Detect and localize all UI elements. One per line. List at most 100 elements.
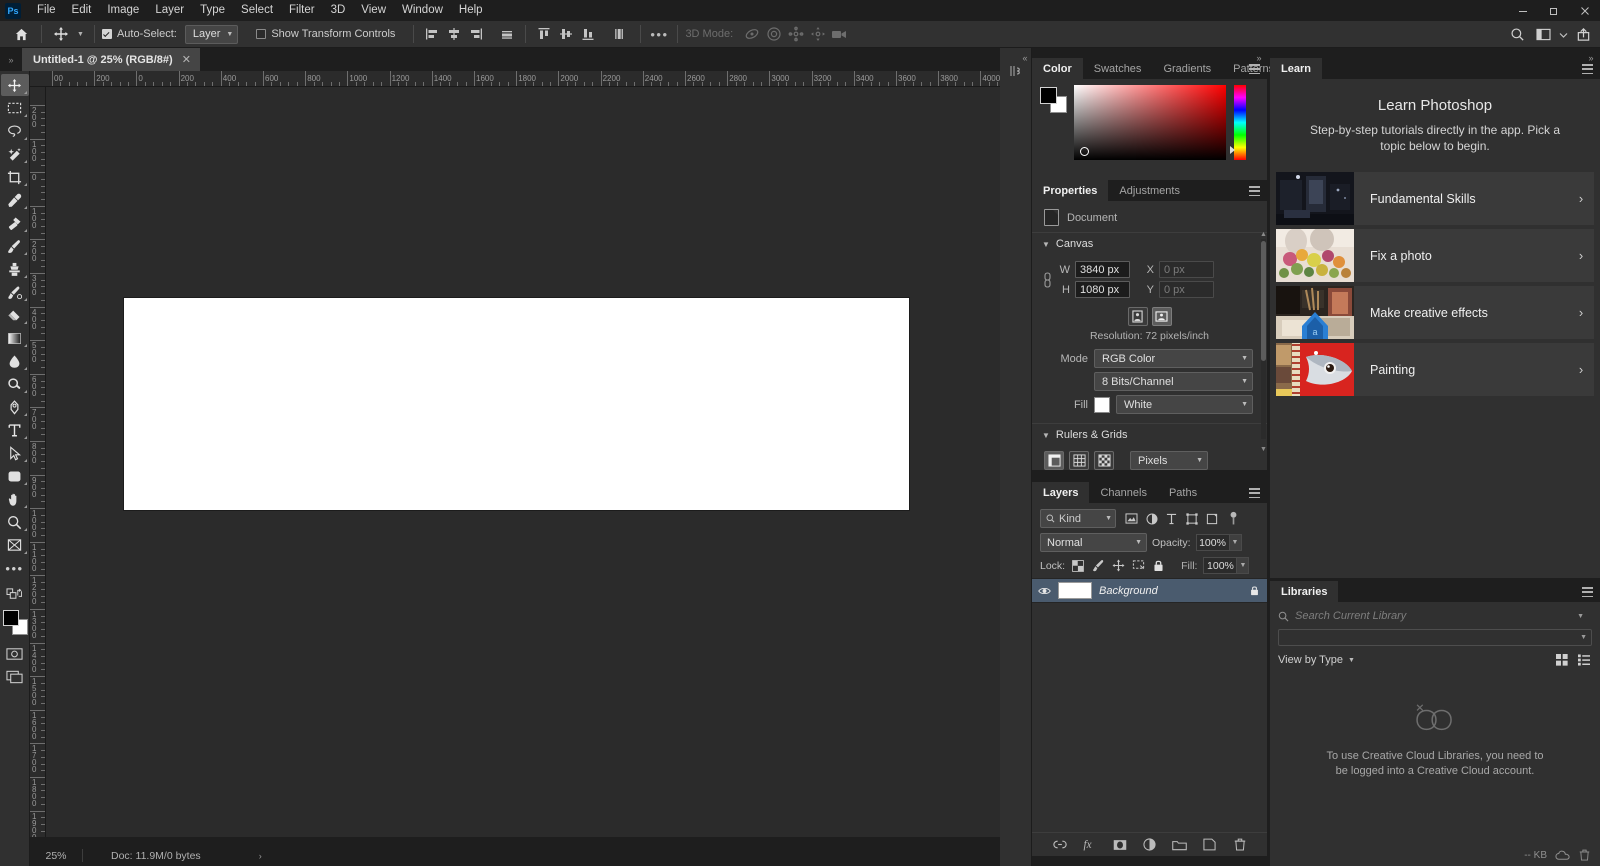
menu-item-file[interactable]: File: [29, 0, 64, 21]
layers-panel-menu-icon[interactable]: [1249, 487, 1263, 499]
more-options-button[interactable]: •••: [648, 23, 670, 45]
type-tool[interactable]: [1, 419, 29, 441]
align-right-icon[interactable]: [465, 23, 487, 45]
color-panel-menu-icon[interactable]: [1249, 63, 1263, 75]
tab-channels[interactable]: Channels: [1089, 482, 1158, 503]
magic-wand-tool[interactable]: [1, 143, 29, 165]
x-input[interactable]: 0 px: [1159, 261, 1214, 278]
artboard-untitled-1[interactable]: [124, 298, 909, 510]
vertical-ruler[interactable]: 2 0 01 0 001 0 02 0 03 0 04 0 05 0 06 0 …: [30, 87, 46, 837]
maximize-button[interactable]: [1538, 0, 1569, 21]
screen-mode-icon[interactable]: [1, 666, 29, 688]
canvas-viewport[interactable]: [46, 87, 1000, 837]
menu-item-image[interactable]: Image: [99, 0, 147, 21]
tab-properties[interactable]: Properties: [1032, 180, 1109, 201]
learn-panel-menu-icon[interactable]: [1582, 63, 1596, 75]
layer-style-icon[interactable]: fx: [1082, 837, 1098, 853]
zoom-tool[interactable]: [1, 511, 29, 533]
type-filter-icon[interactable]: [1162, 509, 1181, 528]
layer-mask-icon[interactable]: [1112, 837, 1128, 853]
rectangle-tool[interactable]: [1, 465, 29, 487]
pixel-filter-icon[interactable]: [1122, 509, 1141, 528]
search-icon[interactable]: [1504, 22, 1530, 48]
chevron-down-icon[interactable]: [1556, 22, 1570, 48]
dock-expand-icon[interactable]: »: [1252, 52, 1266, 64]
hand-tool[interactable]: [1, 488, 29, 510]
scroll-up-arrow[interactable]: ▲: [1260, 231, 1267, 239]
scrollbar-thumb[interactable]: [1261, 241, 1266, 361]
eye-icon[interactable]: [1038, 584, 1051, 597]
lock-image-icon[interactable]: [1091, 558, 1105, 573]
adjustment-filter-icon[interactable]: [1142, 509, 1161, 528]
edit-toolbar-button[interactable]: •••: [1, 557, 29, 579]
list-view-icon[interactable]: [1578, 654, 1590, 666]
color-picker-handle[interactable]: [1080, 147, 1089, 156]
layer-row-background[interactable]: Background: [1032, 578, 1267, 603]
workspace-icon[interactable]: [1530, 22, 1556, 48]
color-panel-swatches[interactable]: [1040, 87, 1067, 113]
blend-mode-dropdown[interactable]: Normal ▼: [1040, 533, 1147, 552]
transparency-grid-icon[interactable]: [1094, 451, 1114, 470]
close-icon[interactable]: ✕: [182, 53, 191, 66]
switch-colors-icon[interactable]: [1, 583, 29, 605]
rulers-grids-section-header[interactable]: ▼ Rulers & Grids: [1032, 423, 1267, 446]
menu-item-filter[interactable]: Filter: [281, 0, 323, 21]
auto-select-scope-dropdown[interactable]: Layer ▼: [184, 24, 239, 44]
tab-libraries[interactable]: Libraries: [1270, 581, 1339, 602]
tab-color[interactable]: Color: [1032, 58, 1083, 79]
layer-thumbnail[interactable]: [1058, 582, 1092, 599]
align-center-horizontal-icon[interactable]: [443, 23, 465, 45]
color-field[interactable]: [1074, 85, 1226, 160]
lasso-tool[interactable]: [1, 120, 29, 142]
eraser-tool[interactable]: [1, 304, 29, 326]
history-brush-tool[interactable]: [1, 281, 29, 303]
brush-tool[interactable]: [1, 235, 29, 257]
fill-color-swatch[interactable]: [1094, 396, 1110, 413]
lock-transparency-icon[interactable]: [1071, 558, 1085, 573]
distribute-vertical-icon[interactable]: [608, 23, 630, 45]
menu-item-view[interactable]: View: [353, 0, 394, 21]
quick-mask-icon[interactable]: [1, 643, 29, 665]
lock-artboard-icon[interactable]: [1131, 558, 1145, 573]
layer-lock-icon[interactable]: [1250, 585, 1259, 596]
menu-item-3d[interactable]: 3D: [323, 0, 354, 21]
delete-layer-icon[interactable]: [1232, 837, 1248, 853]
adjustment-layer-icon[interactable]: [1142, 837, 1158, 853]
new-group-icon[interactable]: [1172, 837, 1188, 853]
canvas-section-header[interactable]: ▼ Canvas: [1032, 232, 1267, 255]
tab-swatches[interactable]: Swatches: [1082, 58, 1153, 79]
hue-strip[interactable]: [1230, 85, 1246, 160]
hue-handle[interactable]: [1230, 146, 1235, 154]
tab-gradients[interactable]: Gradients: [1152, 58, 1223, 79]
healing-brush-tool[interactable]: [1, 212, 29, 234]
tool-preset-chevron-icon[interactable]: ▼: [74, 28, 87, 41]
menu-item-help[interactable]: Help: [451, 0, 491, 21]
lock-position-icon[interactable]: [1111, 558, 1125, 573]
fill-dropdown[interactable]: White ▼: [1116, 395, 1253, 414]
fill-input[interactable]: 100%: [1203, 557, 1238, 574]
library-selector[interactable]: ▼: [1278, 629, 1592, 646]
learn-item-make-creative-effects[interactable]: a Make creative effects ›: [1276, 286, 1594, 339]
dock-collapse-left-icon[interactable]: «: [1018, 52, 1032, 64]
move-tool-icon[interactable]: [49, 23, 73, 45]
clone-stamp-tool[interactable]: [1, 258, 29, 280]
opacity-input[interactable]: 100%: [1195, 534, 1230, 551]
menu-item-type[interactable]: Type: [192, 0, 233, 21]
new-layer-icon[interactable]: [1202, 837, 1218, 853]
auto-select-checkbox[interactable]: [101, 29, 112, 39]
blur-tool[interactable]: [1, 350, 29, 372]
lock-all-icon[interactable]: [1151, 558, 1165, 573]
tab-grip-icon[interactable]: »: [0, 48, 22, 71]
status-expand-arrow[interactable]: ›: [201, 851, 262, 861]
gradient-tool[interactable]: [1, 327, 29, 349]
delete-icon[interactable]: [1579, 849, 1590, 861]
fill-stepper[interactable]: ▼: [1237, 557, 1250, 574]
tab-adjustments[interactable]: Adjustments: [1108, 180, 1191, 201]
dock-collapse-right-icon[interactable]: »: [1584, 52, 1598, 64]
crop-tool[interactable]: [1, 166, 29, 188]
menu-item-window[interactable]: Window: [394, 0, 451, 21]
grid-icon[interactable]: [1069, 451, 1089, 470]
horizontal-ruler[interactable]: 00 200 0 200 400 600 800 1000 1200 1400 1600 1800 20…: [30, 71, 1000, 87]
rectangular-marquee-tool[interactable]: [1, 97, 29, 119]
path-selection-tool[interactable]: [1, 442, 29, 464]
